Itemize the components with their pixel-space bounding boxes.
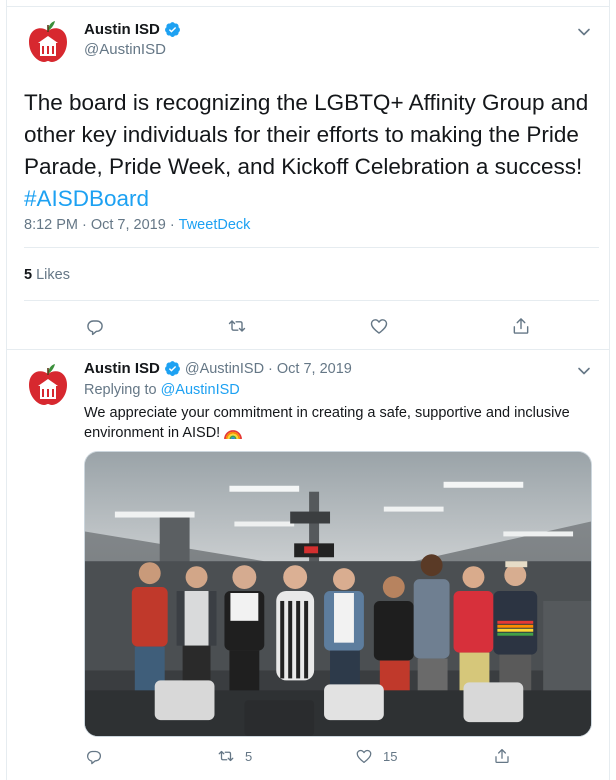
- tweet-body: We appreciate your commitment in creatin…: [84, 405, 570, 441]
- meta-separator: ·: [169, 217, 175, 233]
- author-name[interactable]: Austin ISD: [84, 360, 160, 377]
- likes-count: 5: [24, 267, 33, 283]
- retweet-button[interactable]: [227, 316, 247, 336]
- reply-button[interactable]: [85, 316, 105, 336]
- replying-label: Replying to: [84, 382, 157, 398]
- reply-button[interactable]: [85, 747, 103, 765]
- retweet-icon: [228, 320, 246, 332]
- retweet-button[interactable]: 5: [217, 747, 252, 765]
- author-handle[interactable]: @AustinISD: [84, 41, 166, 58]
- author-avatar[interactable]: [24, 360, 72, 408]
- retweet-count: 5: [245, 748, 253, 764]
- replying-to-link[interactable]: @AustinISD: [161, 382, 240, 398]
- author-name-row[interactable]: Austin ISD @AustinISD · Oct 7, 2019: [84, 360, 352, 377]
- tweet-date[interactable]: Oct 7, 2019: [277, 361, 352, 377]
- author-name-row[interactable]: Austin ISD: [84, 21, 181, 38]
- attached-photo[interactable]: [84, 451, 592, 737]
- reply-icon: [87, 320, 103, 336]
- reply-tweet[interactable]: Austin ISD @AustinISD · Oct 7, 2019 Repl…: [7, 350, 609, 780]
- tweet-text: The board is recognizing the LGBTQ+ Affi…: [24, 87, 599, 215]
- tweet-text: We appreciate your commitment in creatin…: [84, 403, 599, 443]
- like-button[interactable]: [369, 316, 389, 336]
- tweet-source-link[interactable]: TweetDeck: [179, 217, 251, 233]
- stats-divider-top: [24, 247, 599, 248]
- share-button[interactable]: [493, 747, 511, 765]
- verified-badge-icon: [164, 361, 180, 376]
- tweet-time[interactable]: 8:12 PM: [24, 217, 78, 233]
- likes-label: Likes: [36, 267, 70, 283]
- like-icon: [370, 319, 388, 334]
- author-name[interactable]: Austin ISD: [84, 21, 160, 38]
- like-count: 15: [383, 748, 398, 764]
- author-avatar[interactable]: [24, 17, 72, 65]
- likes-stat[interactable]: 5 Likes: [24, 267, 70, 283]
- share-icon: [495, 748, 509, 764]
- main-tweet[interactable]: Austin ISD @AustinISD The board is recog…: [7, 7, 609, 350]
- stats-divider-bottom: [24, 300, 599, 301]
- group-photo-image: [85, 452, 591, 736]
- meta-separator: ·: [268, 360, 273, 377]
- chevron-down-icon[interactable]: [577, 25, 591, 39]
- share-icon: [513, 318, 529, 334]
- reply-icon: [86, 750, 102, 765]
- retweet-icon: [218, 750, 234, 762]
- meta-separator: ·: [82, 217, 87, 233]
- like-icon: [356, 749, 372, 764]
- author-handle[interactable]: @AustinISD: [185, 361, 264, 377]
- verified-badge-icon: [164, 22, 180, 37]
- replying-to: Replying to @AustinISD: [84, 382, 240, 398]
- tweet-date[interactable]: Oct 7, 2019: [91, 217, 166, 233]
- hashtag-link[interactable]: #AISDBoard: [24, 186, 149, 211]
- rainbow-emoji-icon: [224, 430, 243, 439]
- share-button[interactable]: [511, 316, 531, 336]
- tweet-meta: 8:12 PM · Oct 7, 2019 · TweetDeck: [24, 217, 250, 233]
- chevron-down-icon[interactable]: [577, 364, 591, 378]
- tweet-body: The board is recognizing the LGBTQ+ Affi…: [24, 90, 589, 179]
- like-button[interactable]: 15: [355, 747, 397, 765]
